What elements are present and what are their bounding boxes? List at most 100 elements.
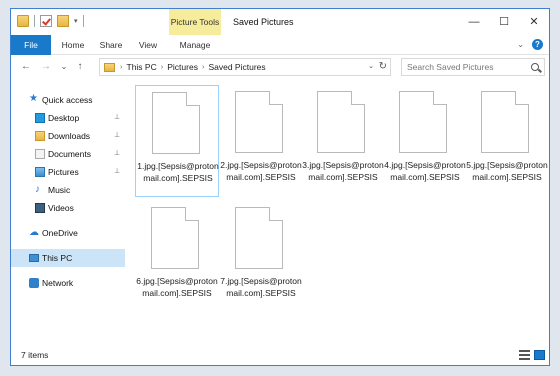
details-view-icon[interactable] bbox=[519, 350, 530, 360]
breadcrumb-separator: › bbox=[201, 62, 205, 71]
file-name: 6.jpg.[Sepsis@protonmail.com].SEPSIS bbox=[136, 276, 218, 298]
file-icon bbox=[399, 91, 447, 153]
folder-icon bbox=[17, 15, 29, 27]
tab-manage[interactable]: Manage bbox=[171, 35, 219, 55]
address-dropdown-icon[interactable]: ⌄ bbox=[368, 59, 374, 75]
sidebar-item-pictures[interactable]: Pictures ⊥ bbox=[11, 163, 125, 181]
pin-icon[interactable]: ⊥ bbox=[114, 145, 120, 163]
file-item[interactable]: 2.jpg.[Sepsis@protonmail.com].SEPSIS bbox=[219, 85, 303, 197]
file-name: 3.jpg.[Sepsis@protonmail.com].SEPSIS bbox=[302, 160, 384, 182]
sidebar-item-music[interactable]: ♪ Music bbox=[11, 181, 125, 199]
folder-icon bbox=[104, 63, 115, 72]
pictures-icon bbox=[35, 167, 45, 177]
file-icon bbox=[152, 92, 200, 154]
quick-access-toolbar: ▾ bbox=[17, 15, 84, 27]
file-icon bbox=[481, 91, 529, 153]
help-icon[interactable]: ? bbox=[532, 39, 543, 50]
breadcrumb-pictures[interactable]: Pictures bbox=[167, 59, 198, 75]
file-item[interactable]: 6.jpg.[Sepsis@protonmail.com].SEPSIS bbox=[135, 201, 219, 313]
toolbar-divider bbox=[34, 15, 35, 27]
sidebar-item-quick-access[interactable]: ★ Quick access bbox=[11, 91, 125, 109]
file-item[interactable]: 3.jpg.[Sepsis@protonmail.com].SEPSIS bbox=[301, 85, 385, 197]
toolbar-divider bbox=[82, 15, 84, 27]
file-item[interactable]: 7.jpg.[Sepsis@protonmail.com].SEPSIS bbox=[219, 201, 303, 313]
breadcrumb: › This PC › Pictures › Saved Pictures bbox=[120, 59, 266, 75]
sidebar-item-desktop[interactable]: Desktop ⊥ bbox=[11, 109, 125, 127]
window-title: Saved Pictures bbox=[233, 17, 294, 27]
breadcrumb-separator: › bbox=[160, 62, 164, 71]
file-item[interactable]: 1.jpg.[Sepsis@protonmail.com].SEPSIS bbox=[135, 85, 219, 197]
file-icon bbox=[235, 207, 283, 269]
recent-locations-button[interactable]: ⌄ bbox=[57, 59, 71, 75]
ribbon-controls: ⌄ ? bbox=[517, 39, 543, 50]
properties-icon[interactable] bbox=[40, 15, 52, 27]
sidebar-item-label: Documents bbox=[48, 149, 91, 159]
sidebar-item-label: OneDrive bbox=[42, 228, 78, 238]
file-name: 2.jpg.[Sepsis@protonmail.com].SEPSIS bbox=[220, 160, 302, 182]
sidebar-item-videos[interactable]: Videos bbox=[11, 199, 125, 217]
sidebar-item-network[interactable]: Network bbox=[11, 274, 125, 292]
minimize-button[interactable]: — bbox=[459, 9, 489, 35]
sidebar-item-this-pc[interactable]: This PC bbox=[11, 249, 125, 267]
forward-button[interactable]: → bbox=[39, 59, 53, 75]
file-icon bbox=[235, 91, 283, 153]
item-count: 7 items bbox=[21, 350, 49, 360]
file-item[interactable]: 4.jpg.[Sepsis@protonmail.com].SEPSIS bbox=[383, 85, 467, 197]
new-folder-icon[interactable] bbox=[57, 15, 69, 27]
sidebar-item-label: Quick access bbox=[42, 95, 93, 105]
file-name: 7.jpg.[Sepsis@protonmail.com].SEPSIS bbox=[220, 276, 302, 298]
file-list: 1.jpg.[Sepsis@protonmail.com].SEPSIS 2.j… bbox=[129, 81, 549, 343]
navigation-pane: ★ Quick access Desktop ⊥ Downloads ⊥ Doc… bbox=[11, 81, 125, 343]
back-button[interactable]: ← bbox=[19, 59, 33, 75]
picture-tools-tab-header: Picture Tools bbox=[169, 9, 221, 35]
ribbon-tabs: File Home Share View Manage ⌄ ? bbox=[11, 35, 549, 55]
file-item[interactable]: 5.jpg.[Sepsis@protonmail.com].SEPSIS bbox=[465, 85, 549, 197]
music-icon: ♪ bbox=[35, 184, 40, 195]
breadcrumb-this-pc[interactable]: This PC bbox=[127, 59, 157, 75]
network-icon bbox=[29, 278, 39, 288]
breadcrumb-saved-pictures[interactable]: Saved Pictures bbox=[208, 59, 265, 75]
maximize-button[interactable]: ☐ bbox=[489, 9, 519, 35]
tab-share[interactable]: Share bbox=[93, 35, 129, 55]
file-icon bbox=[151, 207, 199, 269]
pin-icon[interactable]: ⊥ bbox=[114, 109, 120, 127]
sidebar-item-label: Desktop bbox=[48, 113, 80, 123]
refresh-icon[interactable]: ↻ bbox=[379, 59, 387, 75]
downloads-icon bbox=[35, 131, 45, 141]
status-bar: 7 items bbox=[11, 343, 549, 365]
file-name: 4.jpg.[Sepsis@protonmail.com].SEPSIS bbox=[384, 160, 466, 182]
sidebar-item-label: Pictures bbox=[48, 167, 79, 177]
expand-ribbon-icon[interactable]: ⌄ bbox=[517, 40, 524, 49]
up-button[interactable]: ↑ bbox=[73, 59, 87, 75]
explorer-window: ▾ Picture Tools Saved Pictures — ☐ ✕ Fil… bbox=[10, 8, 550, 366]
file-name: 1.jpg.[Sepsis@protonmail.com].SEPSIS bbox=[137, 161, 219, 183]
sidebar-item-label: Videos bbox=[48, 203, 74, 213]
documents-icon bbox=[35, 149, 45, 159]
desktop-icon bbox=[35, 113, 45, 123]
star-icon: ★ bbox=[29, 93, 38, 104]
videos-icon bbox=[35, 203, 45, 213]
title-bar: ▾ Picture Tools Saved Pictures — ☐ ✕ bbox=[11, 9, 549, 35]
tab-home[interactable]: Home bbox=[55, 35, 91, 55]
close-button[interactable]: ✕ bbox=[519, 9, 549, 35]
file-name: 5.jpg.[Sepsis@protonmail.com].SEPSIS bbox=[466, 160, 548, 182]
navigation-bar: ← → ⌄ ↑ › This PC › Pictures › Saved Pic… bbox=[11, 55, 549, 79]
sidebar-item-label: Downloads bbox=[48, 131, 91, 141]
sidebar-item-downloads[interactable]: Downloads ⊥ bbox=[11, 127, 125, 145]
onedrive-icon: ☁ bbox=[29, 227, 39, 238]
search-box[interactable]: Search Saved Pictures bbox=[401, 58, 545, 76]
tab-view[interactable]: View bbox=[131, 35, 165, 55]
tab-file[interactable]: File bbox=[11, 35, 51, 55]
sidebar-item-label: Music bbox=[48, 185, 71, 195]
pin-icon[interactable]: ⊥ bbox=[114, 127, 120, 145]
address-bar[interactable]: › This PC › Pictures › Saved Pictures ⌄ … bbox=[99, 58, 391, 76]
this-pc-icon bbox=[29, 254, 39, 262]
pin-icon[interactable]: ⊥ bbox=[114, 163, 120, 181]
sidebar-item-label: Network bbox=[42, 278, 74, 288]
large-icons-view-icon[interactable] bbox=[534, 350, 545, 360]
search-placeholder: Search Saved Pictures bbox=[407, 62, 494, 72]
breadcrumb-separator: › bbox=[120, 62, 123, 71]
customize-toolbar-icon[interactable]: ▾ bbox=[74, 17, 78, 25]
sidebar-item-documents[interactable]: Documents ⊥ bbox=[11, 145, 125, 163]
sidebar-item-onedrive[interactable]: ☁ OneDrive bbox=[11, 224, 125, 242]
